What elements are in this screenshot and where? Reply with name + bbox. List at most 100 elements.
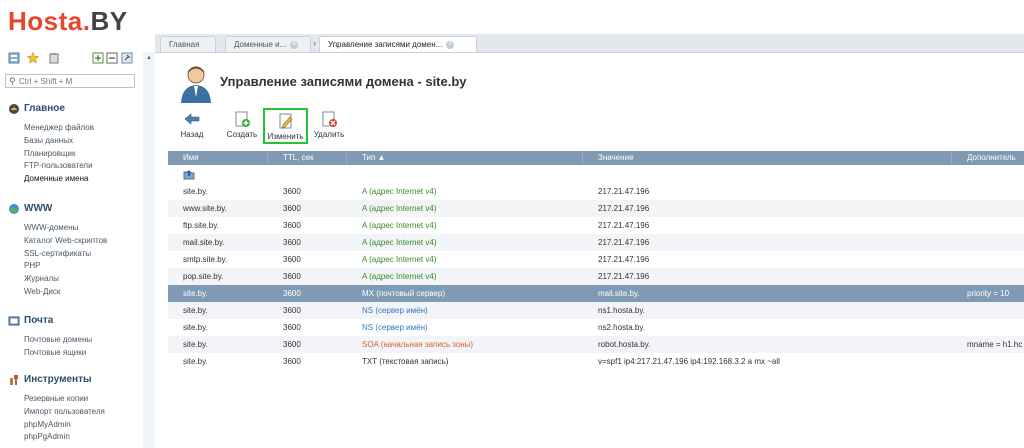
search-icon: ⚲ — [9, 76, 16, 86]
table-row[interactable]: pop.site.by. 3600 A (адрес Internet v4) 217… — [168, 268, 1024, 285]
table-row[interactable]: smtp.site.by. 3600 A (адрес Internet v4) 21… — [168, 251, 1024, 268]
table-row[interactable]: site.by. 3600 NS (сервер имён) ns1.hosta.by… — [168, 302, 1024, 319]
sidebar-scrollbar[interactable]: ▲ — [143, 52, 155, 448]
tools-icon — [10, 375, 18, 385]
delete-button[interactable]: Удалить — [311, 110, 347, 139]
cell-type: NS (сервер имён) — [362, 306, 428, 315]
cell-type: SOA (начальная запись зоны) — [362, 340, 474, 349]
tab-main[interactable]: Главная — [160, 36, 216, 52]
cell-name: mail.site.by. — [183, 238, 225, 247]
table-row[interactable]: site.by. 3600 SOA (начальная запись зоны) r… — [168, 336, 1024, 353]
pin-icon[interactable] — [121, 52, 133, 64]
cell-name: site.by. — [183, 289, 208, 298]
sidebar-item-php[interactable]: PHP — [24, 260, 107, 273]
table-row[interactable]: site.by. 3600 NS (сервер имён) ns2.hosta.by… — [168, 319, 1024, 336]
clipboard-icon[interactable] — [48, 52, 60, 64]
sidebar-item-backups[interactable]: Резервные копии — [24, 393, 105, 406]
cell-ttl: 3600 — [283, 357, 301, 366]
cell-value: ns1.hosta.by. — [598, 306, 645, 315]
logo[interactable]: Hosta.BY — [8, 6, 128, 37]
cell-type: A (адрес Internet v4) — [362, 238, 437, 247]
sidebar-item-phpmyadmin[interactable]: phpMyAdmin — [24, 419, 105, 432]
column-header-name[interactable]: Имя — [168, 151, 268, 165]
table-row[interactable]: ftp.site.by. 3600 A (адрес Internet v4) 217… — [168, 217, 1024, 234]
cell-value: robot.hosta.by. — [598, 340, 651, 349]
sidebar-item-domain-names[interactable]: Доменные имена — [24, 173, 94, 186]
column-header-type[interactable]: Тип ▲ — [347, 151, 583, 165]
sidebar-item-scheduler[interactable]: Планировщик — [24, 148, 94, 161]
globe-icon — [9, 204, 19, 214]
cell-value: 217.21.47.196 — [598, 204, 650, 213]
tab-domain-records[interactable]: Управление записями домен... × — [319, 36, 477, 52]
mail-icon — [8, 316, 20, 326]
grid-body: site.by. 3600 A (адрес Internet v4) 217.21.… — [168, 183, 1024, 370]
sidebar-item-mailboxes[interactable]: Почтовые ящики — [24, 347, 92, 360]
cell-ttl: 3600 — [283, 238, 301, 247]
menu-group-header[interactable]: Инструменты — [8, 373, 105, 387]
tab-bar: Главная Доменные и... × Управление запися… — [155, 34, 1024, 53]
sidebar-item-www-domains[interactable]: WWW-домены — [24, 222, 107, 235]
table-row[interactable]: mail.site.by. 3600 A (адрес Internet v4) 21… — [168, 234, 1024, 251]
sidebar-item-web-disk[interactable]: Web-Диск — [24, 286, 107, 299]
create-button[interactable]: Создать — [225, 110, 259, 139]
edit-pencil-icon — [279, 113, 292, 129]
tab-scroll-arrow-icon[interactable]: › — [313, 38, 316, 48]
sidebar-item-ssl-certs[interactable]: SSL-сертификаты — [24, 248, 107, 261]
page-title: Управление записями домена - site.by — [220, 74, 467, 89]
cell-ttl: 3600 — [283, 204, 301, 213]
column-header-extra[interactable]: Дополнитель — [952, 151, 1024, 165]
sidebar-toolbar — [8, 52, 138, 66]
close-tab-icon[interactable]: × — [446, 40, 455, 49]
search-input[interactable] — [19, 75, 131, 87]
table-row[interactable]: www.site.by. 3600 A (адрес Internet v4) 217… — [168, 200, 1024, 217]
new-document-icon — [235, 111, 250, 127]
cell-ttl: 3600 — [283, 340, 301, 349]
menu-group-header[interactable]: Главное — [8, 102, 94, 116]
user-avatar-icon — [181, 66, 211, 103]
cell-value: 217.21.47.196 — [598, 272, 650, 281]
cell-value: ns2.hosta.by. — [598, 323, 645, 332]
main-section-icon — [9, 104, 19, 114]
menu-group-main: Главное Менеджер файлов Базы данных План… — [8, 102, 94, 186]
scroll-up-arrow-icon[interactable]: ▲ — [146, 55, 152, 61]
tab-domain-names[interactable]: Доменные и... × — [225, 36, 311, 52]
table-row[interactable]: site.by. 3600 MX (почтовый сервер) mail.sit… — [168, 285, 1024, 302]
tree-view-icon[interactable] — [8, 52, 20, 64]
table-row[interactable]: site.by. 3600 TXT (текстовая запись) v=spf1… — [168, 353, 1024, 370]
cell-name: site.by. — [183, 340, 208, 349]
close-tab-icon[interactable]: × — [290, 40, 299, 49]
sidebar-item-phppgadmin[interactable]: phpPgAdmin — [24, 431, 105, 444]
sidebar-item-file-manager[interactable]: Менеджер файлов — [24, 122, 94, 135]
sidebar-item-ftp-users[interactable]: FTP-пользователи — [24, 160, 94, 173]
cell-name: site.by. — [183, 323, 208, 332]
column-header-value[interactable]: Значение — [583, 151, 952, 165]
favorites-star-icon[interactable] — [27, 52, 39, 64]
sidebar-item-web-scripts[interactable]: Каталог Web-скриптов — [24, 235, 107, 248]
cell-ttl: 3600 — [283, 255, 301, 264]
collapse-all-icon[interactable] — [106, 52, 118, 64]
parent-folder-row[interactable] — [168, 166, 1024, 183]
menu-group-header[interactable]: Почта — [8, 314, 92, 328]
cell-extra: priority = 10 — [967, 289, 1010, 298]
edit-button[interactable]: Изменить — [263, 108, 308, 144]
cell-value: 217.21.47.196 — [598, 238, 650, 247]
cell-ttl: 3600 — [283, 323, 301, 332]
back-button[interactable]: Назад — [177, 110, 207, 139]
column-header-ttl[interactable]: TTL, сек — [268, 151, 347, 165]
cell-type: A (адрес Internet v4) — [362, 187, 437, 196]
sidebar-item-user-import[interactable]: Импорт пользователя — [24, 406, 105, 419]
menu-group-www: WWW WWW-домены Каталог Web-скриптов SSL-… — [8, 202, 107, 299]
expand-all-icon[interactable] — [92, 52, 104, 64]
cell-value: 217.21.47.196 — [598, 221, 650, 230]
delete-document-icon — [322, 111, 337, 127]
menu-group-header[interactable]: WWW — [8, 202, 107, 216]
cell-name: ftp.site.by. — [183, 221, 219, 230]
sidebar-item-databases[interactable]: Базы данных — [24, 135, 94, 148]
table-row[interactable]: site.by. 3600 A (адрес Internet v4) 217.21.… — [168, 183, 1024, 200]
menu-group-mail: Почта Почтовые домены Почтовые ящики — [8, 314, 92, 360]
folder-up-icon[interactable] — [183, 168, 195, 180]
cell-type: TXT (текстовая запись) — [362, 357, 449, 366]
back-arrow-icon — [184, 113, 200, 125]
sidebar-item-mail-domains[interactable]: Почтовые домены — [24, 334, 92, 347]
sidebar-item-logs[interactable]: Журналы — [24, 273, 107, 286]
